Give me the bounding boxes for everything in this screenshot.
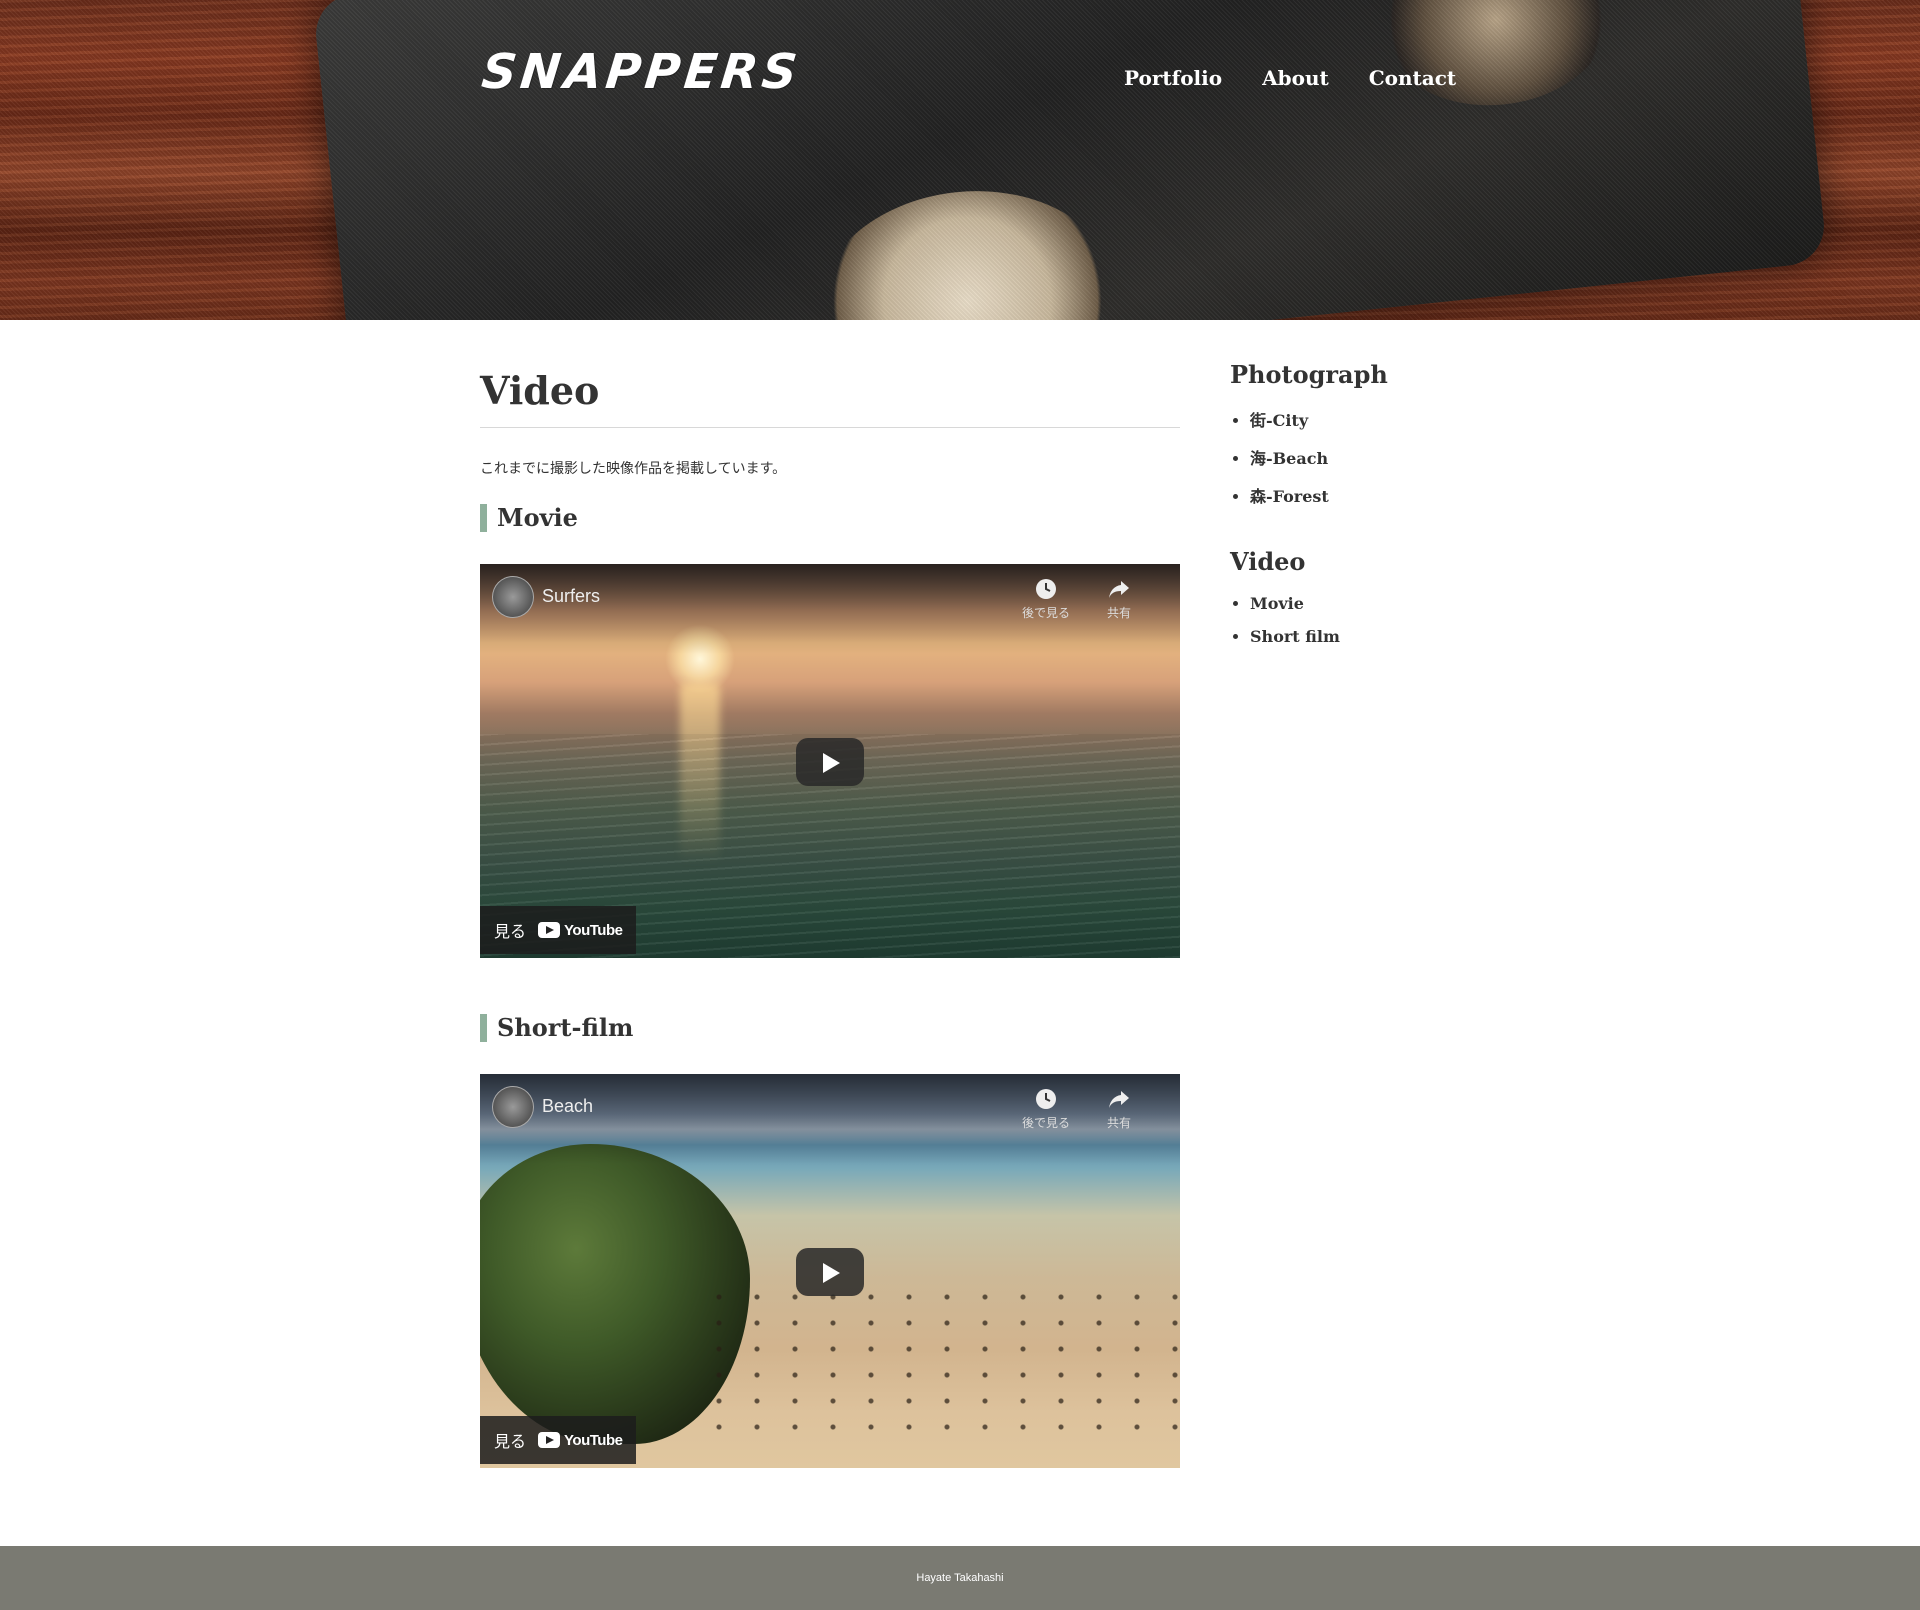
- channel-avatar[interactable]: [492, 576, 534, 618]
- youtube-wordmark: YouTube: [564, 921, 623, 939]
- sidebar-list-video: Movie Short film: [1230, 594, 1450, 646]
- video-player-surfers[interactable]: Surfers 後で見る 共有 見る YouTube: [480, 564, 1180, 958]
- watch-on-youtube[interactable]: 見る YouTube: [480, 906, 637, 954]
- sidebar-link-movie[interactable]: Movie: [1250, 594, 1304, 613]
- watch-later-label: 後で見る: [1021, 1116, 1070, 1130]
- sidebar-link-short-film[interactable]: Short film: [1250, 627, 1340, 646]
- watch-on-label: 見る: [494, 1432, 527, 1451]
- video-title[interactable]: Surfers: [542, 586, 600, 607]
- main-content: Video これまでに撮影した映像作品を掲載しています。 Movie Surfe…: [480, 368, 1180, 1468]
- youtube-mark-icon: [538, 922, 561, 938]
- watch-on-label: 見る: [494, 922, 527, 941]
- share-arrow-icon: [1089, 578, 1149, 602]
- site-logo[interactable]: SNAPPERS: [479, 44, 803, 100]
- watch-later-button[interactable]: 後で見る: [1016, 1088, 1076, 1131]
- play-icon[interactable]: [796, 738, 864, 786]
- clock-icon: [1016, 578, 1076, 602]
- youtube-logo-icon: YouTube: [538, 921, 623, 939]
- share-label: 共有: [1106, 606, 1131, 620]
- channel-avatar[interactable]: [492, 1086, 534, 1128]
- clock-icon: [1016, 1088, 1076, 1112]
- video-player-beach[interactable]: Beach 後で見る 共有 見る YouTube: [480, 1074, 1180, 1468]
- share-label: 共有: [1106, 1116, 1131, 1130]
- global-nav: Portfolio About Contact: [1124, 66, 1456, 90]
- sidebar-item-beach: 海-Beach: [1250, 445, 1450, 469]
- share-button[interactable]: 共有: [1089, 1088, 1149, 1131]
- video-title[interactable]: Beach: [542, 1096, 593, 1117]
- sidebar-item-city: 街-City: [1250, 407, 1450, 431]
- hero-overlay-pattern: [0, 0, 1920, 320]
- sidebar-list-photograph: 街-City 海-Beach 森-Forest: [1230, 407, 1450, 507]
- share-arrow-icon: [1089, 1088, 1149, 1112]
- watch-later-button[interactable]: 後で見る: [1016, 578, 1076, 621]
- nav-portfolio[interactable]: Portfolio: [1124, 66, 1222, 90]
- nav-contact[interactable]: Contact: [1369, 66, 1456, 90]
- sidebar-item-forest: 森-Forest: [1250, 483, 1450, 507]
- video-pebbles: [700, 1284, 1180, 1444]
- sidebar: Photograph 街-City 海-Beach 森-Forest Video…: [1230, 360, 1450, 660]
- watch-later-label: 後で見る: [1021, 606, 1070, 620]
- sidebar-link-forest[interactable]: 森-Forest: [1250, 487, 1329, 506]
- sidebar-heading-photograph: Photograph: [1230, 360, 1388, 389]
- footer-copyright: Hayate Takahashi: [916, 1572, 1004, 1584]
- sidebar-link-city[interactable]: 街-City: [1250, 411, 1308, 430]
- sidebar-item-movie: Movie: [1250, 594, 1450, 613]
- sidebar-item-short-film: Short film: [1250, 627, 1450, 646]
- header-hero: SNAPPERS Portfolio About Contact: [0, 0, 1920, 320]
- section-heading-short-film: Short-film: [480, 1014, 1180, 1042]
- page-title: Video: [480, 368, 1180, 428]
- play-icon[interactable]: [796, 1248, 864, 1296]
- youtube-mark-icon: [538, 1432, 561, 1448]
- share-button[interactable]: 共有: [1089, 578, 1149, 621]
- section-heading-movie: Movie: [480, 504, 1180, 532]
- sidebar-link-beach[interactable]: 海-Beach: [1250, 449, 1328, 468]
- nav-about[interactable]: About: [1262, 66, 1329, 90]
- watch-on-youtube[interactable]: 見る YouTube: [480, 1416, 637, 1464]
- youtube-wordmark: YouTube: [564, 1431, 623, 1449]
- sidebar-heading-video: Video: [1230, 547, 1306, 576]
- footer: Hayate Takahashi: [0, 1546, 1920, 1610]
- lead-text: これまでに撮影した映像作品を掲載しています。: [480, 461, 787, 477]
- youtube-logo-icon: YouTube: [538, 1431, 623, 1449]
